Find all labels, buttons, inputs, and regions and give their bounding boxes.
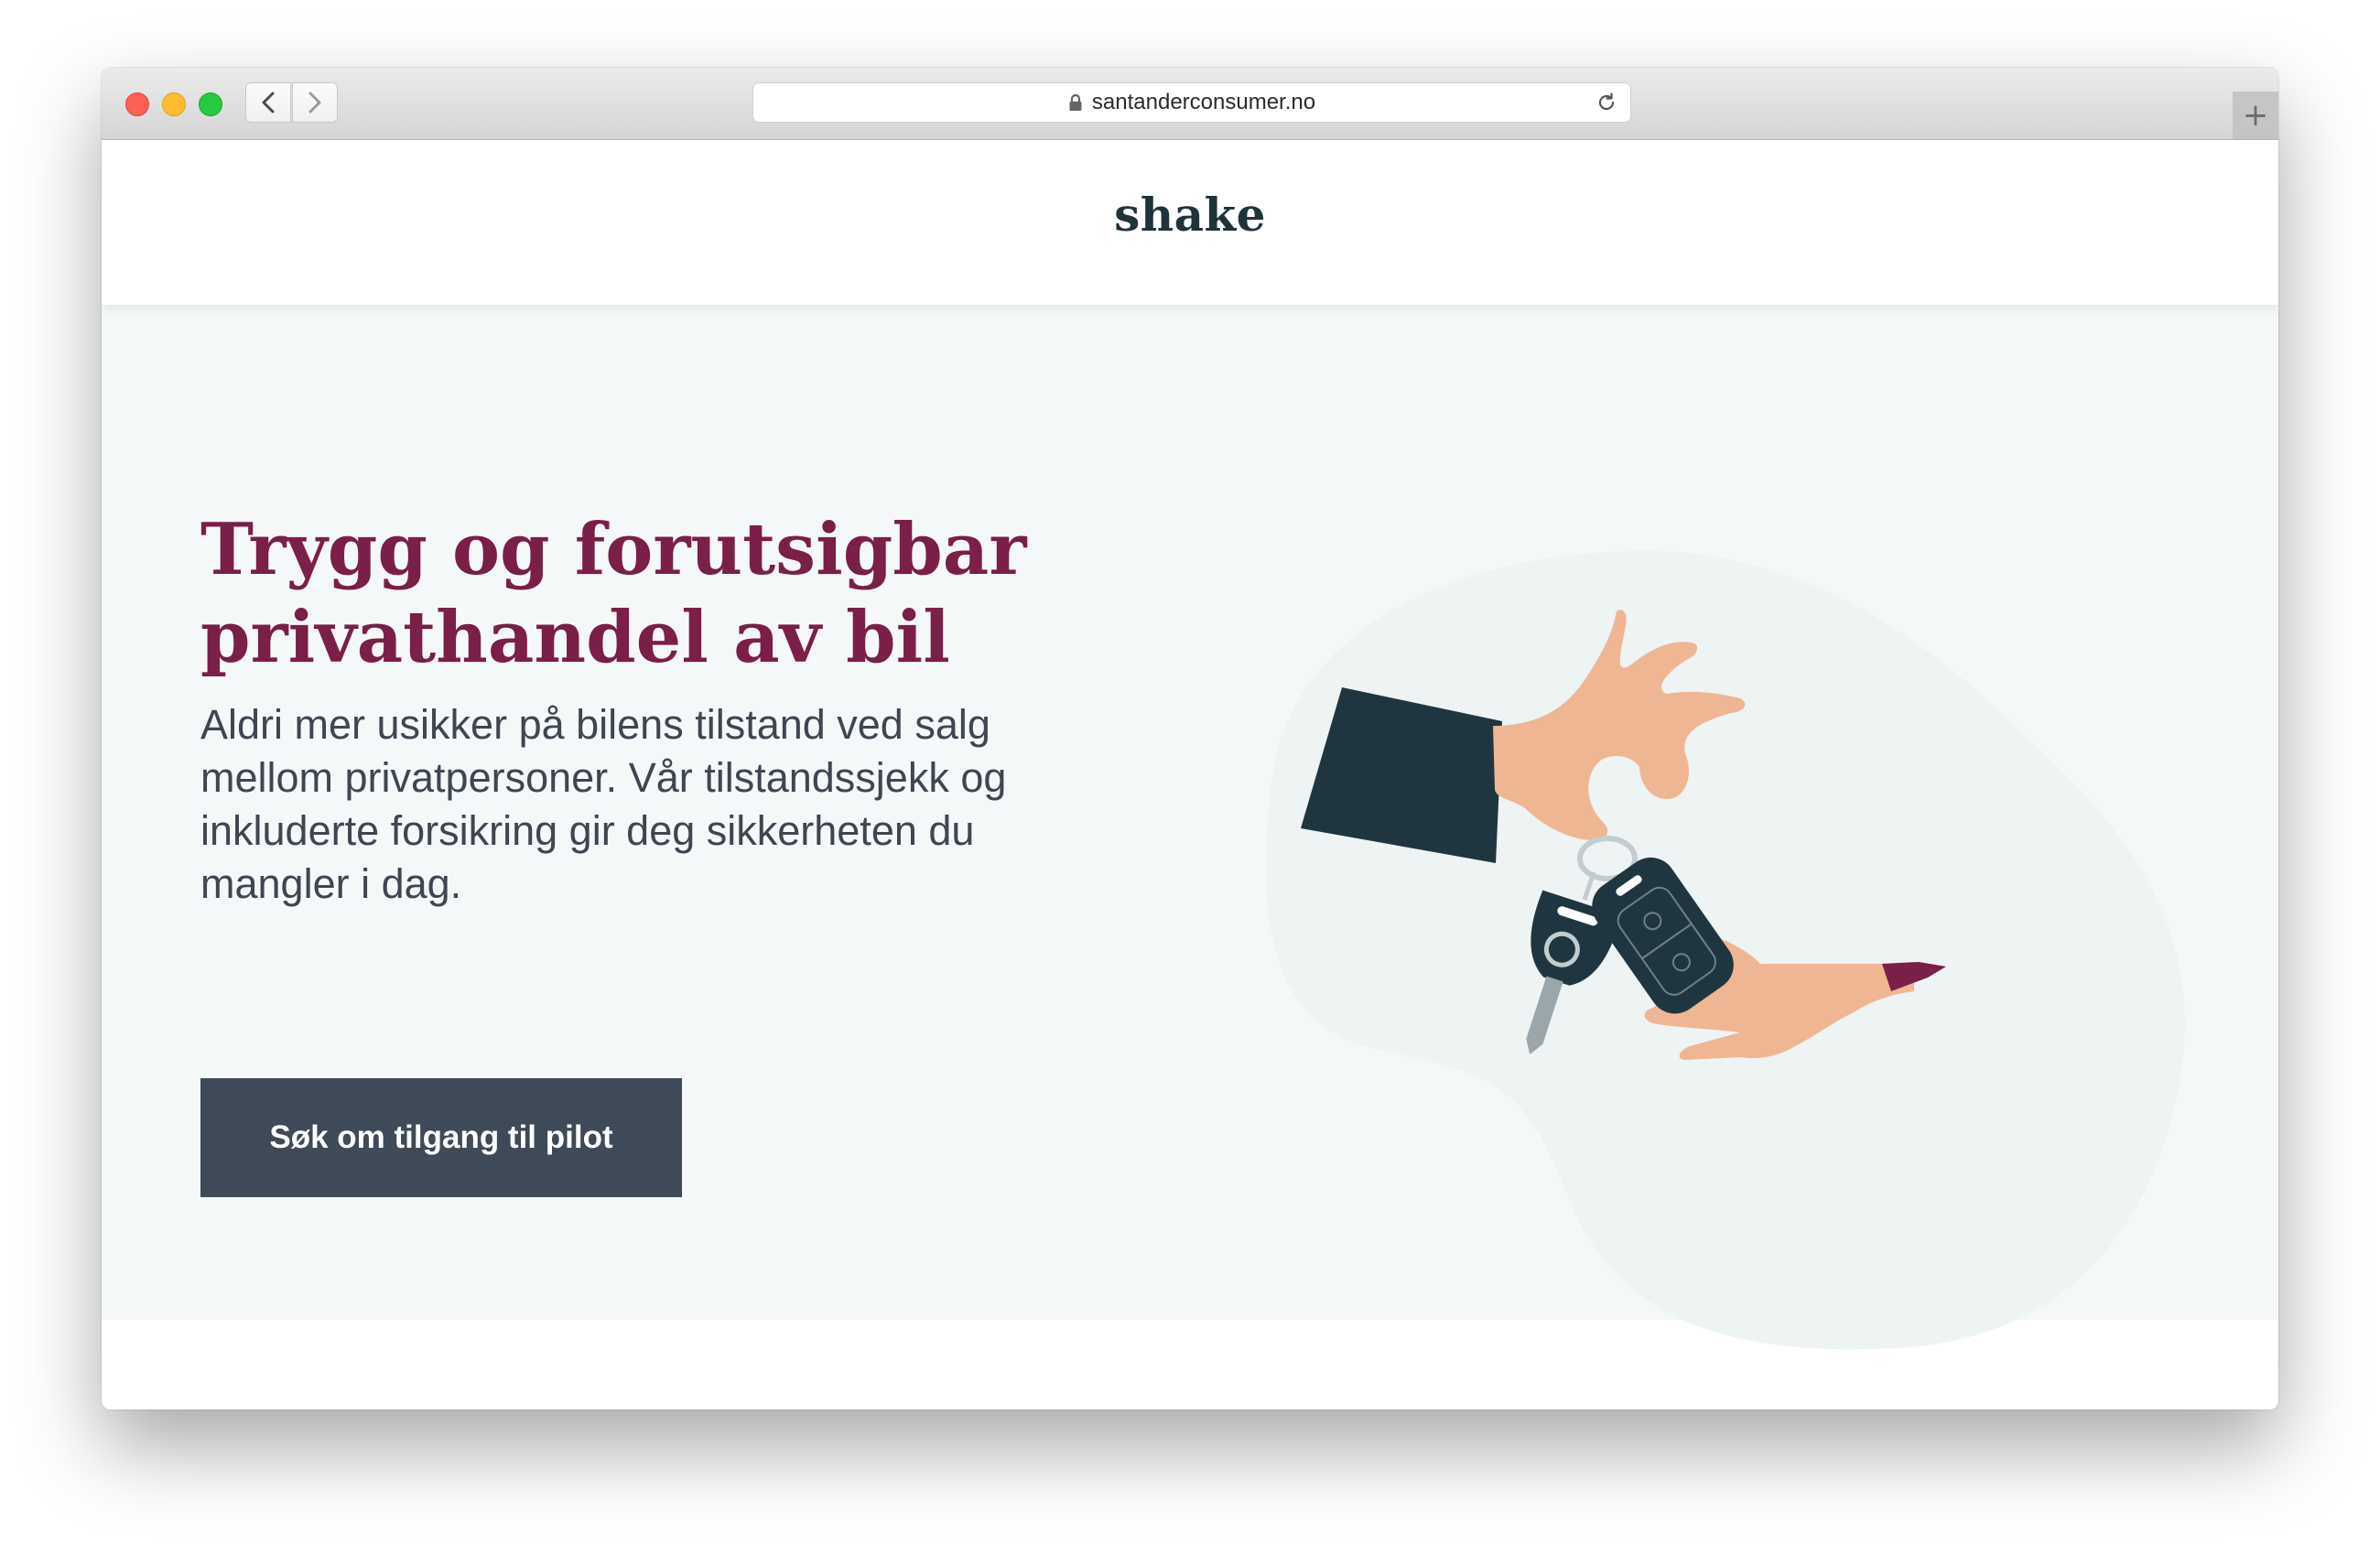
- close-window-button[interactable]: [125, 92, 149, 116]
- site-logo[interactable]: shake: [102, 188, 2278, 242]
- hero-section: Trygg og forutsigbar privathandel av bil…: [102, 305, 2278, 1350]
- hero-description: Aldri mer usikker på bilens tilstand ved…: [200, 701, 1007, 907]
- reload-icon[interactable]: [1596, 92, 1617, 118]
- maximize-window-button[interactable]: [199, 92, 222, 116]
- back-button[interactable]: [245, 82, 291, 123]
- browser-window: santanderconsumer.no + shake Trygg og fo…: [102, 68, 2278, 1410]
- handing-over-car-keys-illustration: [1265, 550, 2185, 1350]
- address-bar[interactable]: santanderconsumer.no: [752, 82, 1631, 123]
- minimize-window-button[interactable]: [162, 92, 186, 116]
- url-text: santanderconsumer.no: [1091, 90, 1316, 114]
- hero-title-line2: privathandel av bil: [200, 596, 950, 679]
- apply-pilot-button[interactable]: Søk om tilgang til pilot: [200, 1078, 682, 1197]
- hero-title: Trygg og forutsigbar privathandel av bil: [200, 506, 1207, 682]
- chevron-left-icon: [262, 92, 275, 113]
- chevron-right-icon: [308, 92, 321, 113]
- lock-icon: [1068, 93, 1083, 112]
- hero-title-line1: Trygg og forutsigbar: [200, 508, 1027, 591]
- address-bar-content: santanderconsumer.no: [753, 83, 1630, 122]
- new-tab-button[interactable]: +: [2233, 92, 2278, 139]
- web-page: shake Trygg og forutsigbar privathandel …: [102, 140, 2278, 1410]
- browser-toolbar: santanderconsumer.no +: [102, 68, 2278, 140]
- site-header: shake: [102, 140, 2278, 305]
- forward-button[interactable]: [292, 82, 338, 123]
